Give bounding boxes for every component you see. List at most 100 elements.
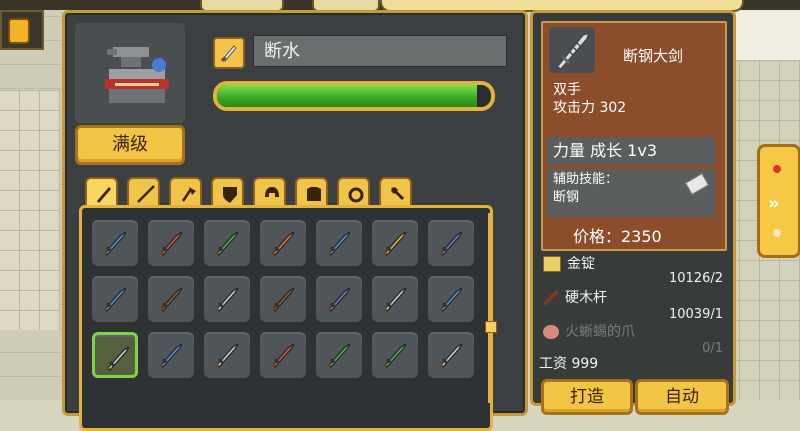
sword-blue-icon	[325, 231, 351, 257]
material-name: 火蜥蜴的爪	[565, 324, 635, 340]
salamander-claw-icon	[543, 325, 559, 339]
double-arrow-icon: »	[768, 193, 780, 214]
weapon-slot[interactable]	[148, 276, 194, 322]
sword-type-icon	[213, 37, 245, 69]
weapon-slot[interactable]	[372, 220, 418, 266]
detail-panel: 断钢大剑 双手 攻击力 302 力量 成长 1v3 辅助技能： 断钢 价格：23…	[530, 10, 736, 415]
weapon-slot[interactable]	[92, 220, 138, 266]
craft-button[interactable]: 打造	[541, 379, 633, 415]
weapon-slot[interactable]	[316, 276, 362, 322]
item-name-field[interactable]: 断水	[253, 35, 507, 67]
material-count: 10126/2	[668, 271, 723, 286]
background-left-grid	[0, 90, 60, 330]
weapon-attack: 攻击力 302	[553, 100, 627, 116]
ring-tab-icon	[348, 187, 364, 203]
material-gold-ingot: 金锭	[543, 253, 595, 273]
weapon-slot[interactable]	[92, 276, 138, 322]
material-name: 金锭	[567, 256, 595, 272]
weapon-slot[interactable]	[316, 332, 362, 378]
tab-sword[interactable]	[85, 177, 118, 207]
tab-ring[interactable]	[337, 177, 370, 205]
sword-orange-icon	[269, 231, 295, 257]
max-level-button[interactable]: 满级	[75, 125, 185, 165]
spear-tab-icon	[137, 185, 155, 203]
side-expand-button[interactable]: »	[757, 144, 800, 258]
aux-skill-box: 辅助技能： 断钢	[547, 169, 715, 217]
weapon-slot[interactable]	[148, 220, 194, 266]
anvil-portrait	[75, 23, 185, 123]
sword-brown-icon	[157, 287, 183, 313]
material-count: 10039/1	[668, 307, 723, 322]
weapon-detail-card: 断钢大剑 双手 攻击力 302 力量 成长 1v3 辅助技能： 断钢 价格：23…	[541, 21, 727, 251]
sword-green-icon	[325, 343, 351, 369]
helmet-tab-icon	[265, 187, 279, 197]
sword-blue-icon	[157, 343, 183, 369]
aux-skill-title: 辅助技能：	[553, 172, 619, 187]
forge-progress-bar	[213, 81, 495, 111]
indicator-dot	[773, 229, 781, 237]
weapon-slot[interactable]	[316, 220, 362, 266]
sword-blue-icon	[437, 287, 463, 313]
tab-shield[interactable]	[211, 177, 244, 205]
sword-brown-icon	[269, 287, 295, 313]
left-menu-strip[interactable]	[0, 10, 44, 50]
weapon-slot[interactable]	[428, 332, 474, 378]
weapon-name: 断钢大剑	[623, 47, 684, 65]
material-name: 硬木杆	[565, 290, 607, 306]
scroll-thumb[interactable]	[485, 321, 497, 333]
weapon-slot[interactable]	[260, 220, 306, 266]
auto-button[interactable]: 自动	[635, 379, 729, 415]
weapon-grid	[79, 205, 493, 431]
weapon-slot[interactable]	[260, 276, 306, 322]
notify-dot	[773, 165, 781, 173]
crafting-panel: 满级 断水	[62, 10, 528, 431]
weapon-slot[interactable]	[428, 276, 474, 322]
sword-purple-icon	[437, 231, 463, 257]
weapon-slot[interactable]	[372, 332, 418, 378]
tab-helmet[interactable]	[253, 177, 286, 205]
weapon-slot[interactable]	[148, 332, 194, 378]
sword-purple-icon	[325, 287, 351, 313]
sword-silver-icon	[213, 287, 239, 313]
weapon-slot[interactable]	[204, 332, 250, 378]
sword-silver-icon	[381, 287, 407, 313]
sword-blue-icon	[101, 287, 127, 313]
tool-tab-icon	[390, 186, 405, 201]
aux-skill-value: 断钢	[553, 190, 580, 205]
greatsword-icon	[549, 27, 595, 73]
material-salamander-claw: 火蜥蜴的爪	[543, 321, 635, 341]
sword-blue-icon	[101, 231, 127, 257]
weapon-slot[interactable]	[204, 220, 250, 266]
shield-tab-icon	[223, 187, 237, 203]
tab-spear[interactable]	[127, 177, 160, 205]
weapon-slot[interactable]	[372, 276, 418, 322]
weapon-slot[interactable]	[428, 220, 474, 266]
weapon-type: 双手	[553, 82, 581, 98]
sword-red-icon	[269, 343, 295, 369]
tab-tool[interactable]	[379, 177, 412, 205]
tab-axe[interactable]	[169, 177, 202, 205]
progress-fill	[217, 85, 478, 107]
wage-label: 工资 999	[539, 356, 599, 372]
weapon-slot[interactable]	[260, 332, 306, 378]
scroll-track	[488, 213, 492, 403]
sword-gold-icon	[381, 231, 407, 257]
sword-red-icon	[157, 231, 183, 257]
growth-stat: 力量 成长 1v3	[547, 137, 715, 165]
sword-green-icon	[381, 343, 407, 369]
anvil-icon	[105, 47, 169, 103]
material-wood-stick: 硬木杆	[543, 287, 607, 307]
sword-silver-icon	[104, 346, 130, 372]
gold-ingot-icon	[543, 256, 561, 272]
weapon-slot[interactable]	[92, 332, 138, 378]
grid-scrollbar[interactable]	[485, 209, 497, 409]
sword-green-icon	[213, 231, 239, 257]
weapon-slot[interactable]	[204, 276, 250, 322]
material-count: 0/1	[702, 341, 723, 356]
wood-stick-icon	[543, 291, 559, 305]
armor-tab-icon	[307, 187, 321, 201]
tab-armor[interactable]	[295, 177, 328, 205]
sword-silver-icon	[213, 343, 239, 369]
menu-knob-icon	[8, 18, 30, 44]
axe-tab-icon	[181, 187, 196, 202]
